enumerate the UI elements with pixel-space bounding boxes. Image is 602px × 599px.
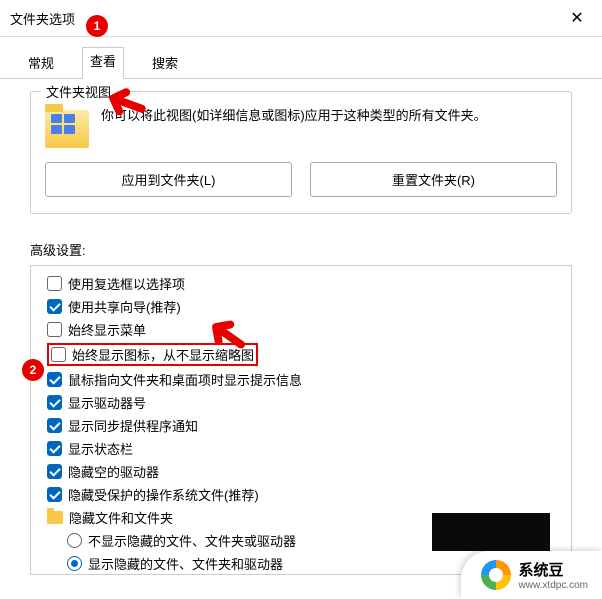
- adv-item-4[interactable]: 鼠标指向文件夹和桌面项时显示提示信息: [47, 368, 567, 391]
- reset-folders-button[interactable]: 重置文件夹(R): [310, 162, 557, 197]
- adv-item-8[interactable]: 隐藏空的驱动器: [47, 460, 567, 483]
- adv-item-label: 显示同步提供程序通知: [68, 416, 198, 435]
- annotation-badge-2: 2: [22, 359, 44, 381]
- advanced-settings-label: 高级设置:: [30, 240, 572, 259]
- adv-item-label: 不显示隐藏的文件、文件夹或驱动器: [88, 531, 296, 550]
- adv-item-label: 隐藏文件和文件夹: [69, 508, 173, 527]
- adv-item-label: 始终显示菜单: [68, 320, 146, 339]
- tab-bar: 常规 查看 搜索: [0, 37, 602, 79]
- folder-icon: [47, 511, 63, 524]
- apply-to-folders-button[interactable]: 应用到文件夹(L): [45, 162, 292, 197]
- adv-item-label: 鼠标指向文件夹和桌面项时显示提示信息: [68, 370, 302, 389]
- tab-search[interactable]: 搜索: [142, 47, 188, 78]
- adv-item-label: 使用复选框以选择项: [68, 274, 185, 293]
- view-panel: 文件夹视图 你可以将此视图(如详细信息或图标)应用于这种类型的所有文件夹。 应用…: [0, 79, 602, 587]
- annotation-badge-1: 1: [86, 15, 108, 37]
- adv-item-7[interactable]: 显示状态栏: [47, 437, 567, 460]
- adv-item-label: 始终显示图标，从不显示缩略图: [72, 345, 254, 364]
- overlay-patch: [432, 513, 550, 551]
- group-description: 你可以将此视图(如详细信息或图标)应用于这种类型的所有文件夹。: [101, 106, 557, 127]
- checkbox-icon[interactable]: [47, 276, 62, 291]
- adv-item-label: 隐藏受保护的操作系统文件(推荐): [68, 485, 259, 504]
- tab-view[interactable]: 查看: [82, 47, 124, 79]
- adv-item-label: 显示隐藏的文件、文件夹和驱动器: [88, 554, 283, 573]
- watermark-title: 系统豆: [519, 559, 588, 580]
- radio-icon[interactable]: [67, 533, 82, 548]
- watermark-url: www.xtdpc.com: [519, 580, 588, 591]
- group-title: 文件夹视图: [41, 82, 116, 101]
- close-icon: ✕: [570, 8, 583, 28]
- checkbox-icon[interactable]: [47, 487, 62, 502]
- adv-item-9[interactable]: 隐藏受保护的操作系统文件(推荐): [47, 483, 567, 506]
- checkbox-icon[interactable]: [51, 347, 66, 362]
- checkbox-icon[interactable]: [47, 464, 62, 479]
- close-button[interactable]: ✕: [562, 6, 592, 30]
- adv-item-6[interactable]: 显示同步提供程序通知: [47, 414, 567, 437]
- window-title: 文件夹选项: [10, 9, 75, 28]
- watermark-logo-icon: [481, 560, 511, 590]
- adv-item-label: 显示驱动器号: [68, 393, 146, 412]
- checkbox-icon[interactable]: [47, 418, 62, 433]
- checkbox-icon[interactable]: [47, 299, 62, 314]
- checkbox-icon[interactable]: [47, 441, 62, 456]
- adv-item-5[interactable]: 显示驱动器号: [47, 391, 567, 414]
- folder-icon: [45, 110, 89, 148]
- checkbox-icon[interactable]: [47, 395, 62, 410]
- adv-item-1[interactable]: 使用共享向导(推荐): [47, 295, 567, 318]
- adv-item-label: 使用共享向导(推荐): [68, 297, 181, 316]
- adv-item-label: 隐藏空的驱动器: [68, 462, 159, 481]
- checkbox-icon[interactable]: [47, 372, 62, 387]
- adv-item-2[interactable]: 始终显示菜单: [47, 318, 567, 341]
- adv-item-3[interactable]: 始终显示图标，从不显示缩略图: [47, 341, 567, 368]
- checkbox-icon[interactable]: [47, 322, 62, 337]
- radio-icon[interactable]: [67, 556, 82, 571]
- adv-item-label: 显示状态栏: [68, 439, 133, 458]
- folder-view-group: 文件夹视图 你可以将此视图(如详细信息或图标)应用于这种类型的所有文件夹。 应用…: [30, 91, 572, 214]
- watermark: 系统豆 www.xtdpc.com: [461, 551, 602, 599]
- annotation-highlight: 始终显示图标，从不显示缩略图: [47, 343, 258, 366]
- adv-item-0[interactable]: 使用复选框以选择项: [47, 272, 567, 295]
- tab-general[interactable]: 常规: [18, 47, 64, 78]
